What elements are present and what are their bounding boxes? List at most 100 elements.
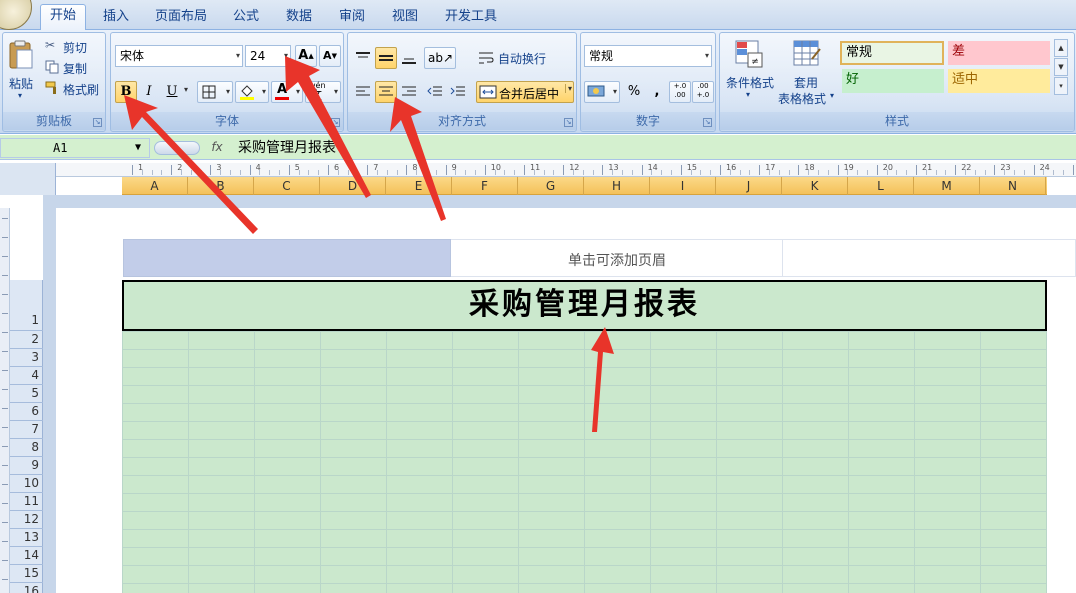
row-header-14[interactable]: 14 <box>10 547 43 565</box>
row-header-15[interactable]: 15 <box>10 565 43 583</box>
dialog-launcher-icon[interactable]: ↘ <box>331 118 340 127</box>
conditional-format-button[interactable]: ≠ 条件格式 ▾ <box>722 37 778 111</box>
page-header-left[interactable] <box>123 239 451 277</box>
scissors-icon: ✂ <box>45 38 56 52</box>
tab-insert[interactable]: 插入 <box>96 6 136 30</box>
column-header-l[interactable]: L <box>848 177 914 195</box>
bold-button[interactable]: B <box>115 81 137 103</box>
tab-developer[interactable]: 开发工具 <box>440 6 502 30</box>
percent-button[interactable]: % <box>623 81 645 103</box>
column-header-j[interactable]: J <box>716 177 782 195</box>
tab-data[interactable]: 数据 <box>279 6 319 30</box>
styles-scroll-up-button[interactable]: ▲ <box>1054 39 1068 57</box>
clipboard-group: 粘贴 ▾ ✂ 剪切 复制 格式刷 剪贴板 ↘ <box>2 32 106 132</box>
phonetic-button[interactable]: wén 文 ▾ <box>305 81 341 103</box>
formula-bar-divider-handle[interactable] <box>154 141 200 155</box>
column-header-n[interactable]: N <box>980 177 1046 195</box>
row-header-4[interactable]: 4 <box>10 367 43 385</box>
column-header-i[interactable]: I <box>650 177 716 195</box>
column-header-b[interactable]: B <box>188 177 254 195</box>
underline-button[interactable]: U <box>161 81 183 103</box>
row-header-10[interactable]: 10 <box>10 475 43 493</box>
column-header-m[interactable]: M <box>914 177 980 195</box>
font-size-box[interactable]: 24 ▾ <box>245 45 291 67</box>
format-as-table-button[interactable]: 套用 表格格式 ▾ <box>778 37 838 111</box>
fill-color-button[interactable]: ▾ <box>235 81 269 103</box>
cell-grid[interactable] <box>122 331 1047 593</box>
decrease-indent-button[interactable] <box>424 81 446 103</box>
italic-button[interactable]: I <box>138 81 160 103</box>
row-header-8[interactable]: 8 <box>10 439 43 457</box>
row-header-6[interactable]: 6 <box>10 403 43 421</box>
row-header-12[interactable]: 12 <box>10 511 43 529</box>
align-center-button[interactable] <box>375 81 397 103</box>
column-header-c[interactable]: C <box>254 177 320 195</box>
cut-button[interactable]: ✂ 剪切 <box>45 37 103 55</box>
tab-home[interactable]: 开始 <box>40 4 86 31</box>
style-neutral[interactable]: 适中 <box>948 69 1050 93</box>
align-left-button[interactable] <box>352 81 374 103</box>
row-header-13[interactable]: 13 <box>10 529 43 547</box>
font-color-button[interactable]: A ▾ <box>271 81 303 103</box>
chevron-down-icon[interactable]: ▾ <box>564 84 572 93</box>
ruler-minor-tick <box>181 170 182 175</box>
column-header-k[interactable]: K <box>782 177 848 195</box>
tab-page-layout[interactable]: 页面布局 <box>150 6 212 30</box>
align-bottom-button[interactable] <box>398 47 420 69</box>
column-header-d[interactable]: D <box>320 177 386 195</box>
insert-function-button[interactable]: fx <box>205 138 229 158</box>
dialog-launcher-icon[interactable]: ↘ <box>703 118 712 127</box>
accounting-format-button[interactable]: ▾ <box>584 81 620 103</box>
dialog-launcher-icon[interactable]: ↘ <box>564 118 573 127</box>
format-painter-button[interactable]: 格式刷 <box>45 79 105 97</box>
decrease-decimal-button[interactable]: .00 +.0 <box>692 81 714 103</box>
comma-button[interactable]: , <box>646 81 668 103</box>
align-middle-button[interactable] <box>375 47 397 69</box>
align-top-button[interactable] <box>352 47 374 69</box>
column-header-a[interactable]: A <box>122 177 188 195</box>
style-bad[interactable]: 差 <box>948 41 1050 65</box>
name-box[interactable]: A1 ▼ <box>0 138 150 158</box>
office-button[interactable] <box>0 0 32 30</box>
row-header-2[interactable]: 2 <box>10 331 43 349</box>
column-header-e[interactable]: E <box>386 177 452 195</box>
style-good[interactable]: 好 <box>842 69 944 93</box>
formula-input[interactable]: 采购管理月报表 <box>238 138 336 158</box>
row-header-16[interactable]: 16 <box>10 583 43 593</box>
row-header-5[interactable]: 5 <box>10 385 43 403</box>
merge-center-button[interactable]: 合并后居中 ▾ <box>476 81 574 103</box>
orientation-button[interactable]: ab↗ <box>424 47 456 69</box>
styles-scroll-down-button[interactable]: ▼ <box>1054 58 1068 76</box>
paste-button[interactable]: 粘贴 ▾ <box>5 37 37 107</box>
styles-more-button[interactable]: ▾ <box>1054 77 1068 95</box>
chevron-down-icon[interactable]: ▼ <box>135 139 141 157</box>
increase-decimal-button[interactable]: +.0 .00 <box>669 81 691 103</box>
page-header-right[interactable] <box>783 239 1076 277</box>
row-header-9[interactable]: 9 <box>10 457 43 475</box>
increase-indent-button[interactable] <box>447 81 469 103</box>
row-header-3[interactable]: 3 <box>10 349 43 367</box>
number-format-box[interactable]: 常规 ▾ <box>584 45 712 67</box>
column-header-h[interactable]: H <box>584 177 650 195</box>
row-header-11[interactable]: 11 <box>10 493 43 511</box>
wrap-text-button[interactable]: 自动换行 <box>478 47 574 69</box>
align-right-button[interactable] <box>398 81 420 103</box>
borders-button[interactable]: ▾ <box>197 81 233 103</box>
grow-font-button[interactable]: A▲ <box>295 45 317 67</box>
select-all-corner[interactable] <box>0 163 56 195</box>
shrink-font-button[interactable]: A▼ <box>319 45 341 67</box>
column-header-g[interactable]: G <box>518 177 584 195</box>
merged-title-cell-a1[interactable]: 采购管理月报表 <box>122 280 1047 331</box>
font-name-box[interactable]: 宋体 ▾ <box>115 45 243 67</box>
tab-review[interactable]: 审阅 <box>332 6 372 30</box>
tab-view[interactable]: 视图 <box>385 6 425 30</box>
paint-bucket-icon <box>240 85 254 100</box>
align-left-icon <box>356 86 370 96</box>
row-header-1[interactable]: 1 <box>10 280 43 331</box>
copy-button[interactable]: 复制 <box>45 58 103 76</box>
dialog-launcher-icon[interactable]: ↘ <box>93 118 102 127</box>
row-header-7[interactable]: 7 <box>10 421 43 439</box>
style-normal[interactable]: 常规 <box>840 41 944 65</box>
tab-formulas[interactable]: 公式 <box>226 6 266 30</box>
column-header-f[interactable]: F <box>452 177 518 195</box>
